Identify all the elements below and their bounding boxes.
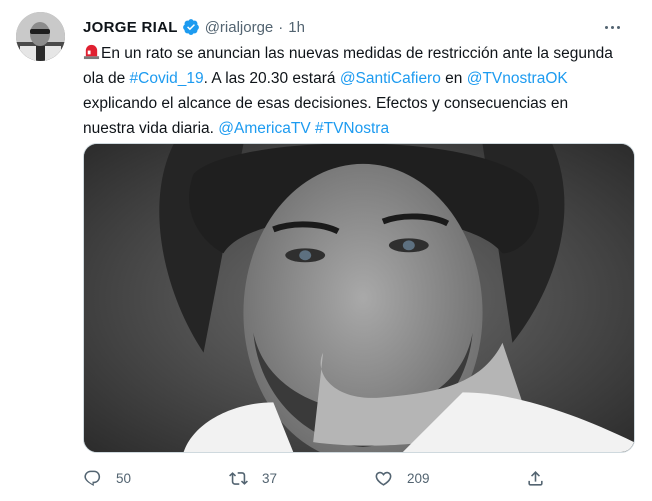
reply-button[interactable]: 50 <box>83 469 131 488</box>
retweet-button[interactable]: 37 <box>229 469 277 488</box>
tweet-segment: . A las 20.30 estará <box>203 70 340 87</box>
tweet[interactable]: JORGE RIAL @rialjorge · 1h En un rato se… <box>0 0 652 501</box>
reply-count: 50 <box>116 470 132 486</box>
retweet-count: 37 <box>262 470 278 486</box>
mention-link[interactable]: @SantiCafiero <box>340 70 441 87</box>
avatar[interactable] <box>16 12 65 61</box>
mention-link[interactable]: @TVnostraOK <box>467 70 568 87</box>
tweet-segment: en <box>440 70 467 87</box>
tweet-timestamp[interactable]: 1h <box>288 19 305 36</box>
reply-icon <box>84 470 101 486</box>
separator-dot: · <box>278 18 284 36</box>
verified-badge-icon <box>182 19 199 35</box>
share-icon <box>528 470 543 486</box>
retweet-icon <box>229 471 248 485</box>
mention-link[interactable]: @AmericaTV <box>218 120 310 137</box>
more-icon[interactable] <box>598 14 626 40</box>
author-name[interactable]: JORGE RIAL <box>83 19 178 36</box>
like-count: 209 <box>407 470 430 486</box>
tweet-photo[interactable] <box>83 143 635 453</box>
hashtag-link[interactable]: #TVNostra <box>315 120 389 137</box>
siren-emoji-icon <box>83 44 100 60</box>
share-button[interactable] <box>526 469 545 488</box>
like-icon <box>375 471 392 486</box>
tweet-actions: 50 37 209 <box>83 464 553 492</box>
tweet-text: En un rato se anuncian las nuevas medida… <box>83 41 623 141</box>
tweet-header: JORGE RIAL @rialjorge · 1h <box>83 16 636 38</box>
hashtag-link[interactable]: #Covid_19 <box>130 70 204 87</box>
like-button[interactable]: 209 <box>374 469 430 488</box>
author-handle[interactable]: @rialjorge <box>205 19 274 36</box>
